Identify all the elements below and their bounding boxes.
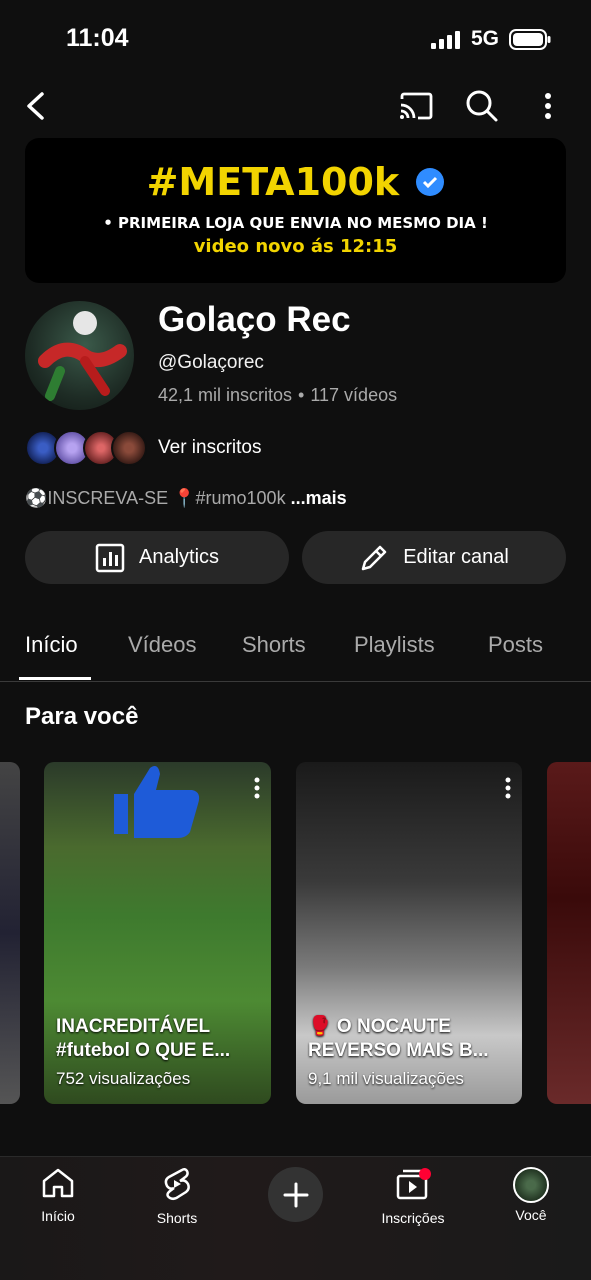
video-card[interactable]: INACREDITÁVEL #futebol O QUE E... 752 vi… [44, 762, 271, 1104]
channel-handle: @Golaçorec [158, 352, 264, 373]
thumbs-up-icon [114, 766, 200, 838]
banner-title: #META100k [25, 160, 566, 204]
nav-shorts[interactable]: Shorts [132, 1167, 222, 1226]
nav-shorts-label: Shorts [156, 1210, 198, 1226]
battery-icon [509, 29, 551, 50]
description-more-link[interactable]: ...mais [291, 488, 347, 508]
video-card[interactable]: 🥊 O NOCAUTE REVERSO MAIS B... 9,1 mil vi… [296, 762, 522, 1104]
section-title: Para você [25, 703, 139, 730]
tab-inicio[interactable]: Início [25, 632, 78, 658]
more-options-button[interactable] [532, 86, 564, 126]
channel-name: Golaço Rec [158, 300, 351, 339]
video-title: INACREDITÁVEL #futebol O QUE E... [56, 1016, 231, 1061]
video-card[interactable] [0, 762, 20, 1104]
subscriber-count: 42,1 mil inscritos [158, 385, 293, 405]
nav-you[interactable]: Você [486, 1167, 576, 1223]
more-vert-icon [545, 93, 551, 119]
nav-subscriptions-label: Inscrições [381, 1210, 445, 1226]
shorts-icon [164, 1167, 190, 1201]
banner-line2: video novo ás 12:15 [193, 236, 398, 257]
bottom-nav: Início Shorts Inscrições Você [0, 1156, 591, 1280]
status-bar: 11:04 5G [0, 0, 591, 80]
avatar [513, 1167, 549, 1203]
network-label: 5G [471, 27, 500, 50]
tab-playlists[interactable]: Playlists [354, 632, 435, 658]
stats-separator: • [298, 385, 305, 405]
cast-button[interactable] [394, 86, 438, 126]
nav-you-label: Você [515, 1207, 547, 1223]
video-count: 117 vídeos [310, 385, 398, 405]
more-vert-icon[interactable] [253, 776, 261, 800]
home-icon [42, 1168, 74, 1198]
channel-tabs: Início Vídeos Shorts Playlists Posts [0, 610, 591, 682]
back-button[interactable] [18, 86, 54, 126]
back-arrow-icon [27, 92, 44, 120]
tab-shorts[interactable]: Shorts [242, 632, 306, 658]
description-text: ⚽INSCREVA-SE 📍#rumo100k [25, 488, 286, 508]
analytics-label: Analytics [138, 546, 220, 568]
video-title: 🥊 O NOCAUTE REVERSO MAIS B... [308, 1016, 489, 1061]
search-button[interactable] [462, 86, 502, 126]
channel-banner: #META100k • PRIMEIRA LOJA QUE ENVIA NO M… [25, 138, 566, 283]
tab-videos[interactable]: Vídeos [128, 632, 197, 658]
subscriber-avatar [111, 430, 147, 466]
create-button[interactable] [268, 1167, 323, 1222]
banner-title-text: #META100k [146, 160, 400, 204]
nav-subscriptions[interactable]: Inscrições [368, 1167, 458, 1226]
verified-badge-icon [416, 167, 445, 196]
more-vert-icon[interactable] [504, 776, 512, 800]
top-bar [0, 80, 591, 136]
channel-avatar[interactable] [25, 301, 134, 410]
search-icon [466, 90, 498, 122]
view-subscribers-link[interactable]: Ver inscritos [158, 437, 261, 459]
active-tab-indicator [19, 677, 91, 680]
status-time: 11:04 [66, 24, 129, 52]
subscribers-row[interactable]: Ver inscritos [25, 428, 585, 468]
channel-stats: 42,1 mil inscritos • 117 vídeos [158, 385, 397, 406]
analytics-button[interactable]: Analytics [25, 531, 289, 584]
pencil-icon [361, 545, 387, 570]
video-card[interactable] [547, 762, 591, 1104]
tab-posts[interactable]: Posts [488, 632, 543, 658]
nav-home[interactable]: Início [13, 1167, 103, 1224]
analytics-icon [95, 543, 125, 572]
nav-home-label: Início [41, 1208, 75, 1224]
signal-icon [431, 31, 460, 49]
edit-channel-label: Editar canal [403, 546, 509, 568]
channel-description[interactable]: ⚽INSCREVA-SE 📍#rumo100k ...mais [25, 488, 347, 509]
video-views: 9,1 mil visualizações [308, 1069, 464, 1088]
edit-channel-button[interactable]: Editar canal [302, 531, 566, 584]
video-views: 752 visualizações [56, 1069, 191, 1088]
subscriptions-icon [396, 1168, 431, 1200]
cast-icon [400, 92, 433, 120]
player-silhouette-icon [38, 311, 127, 401]
plus-icon [283, 1182, 308, 1207]
banner-line1: • PRIMEIRA LOJA QUE ENVIA NO MESMO DIA ! [103, 214, 488, 232]
